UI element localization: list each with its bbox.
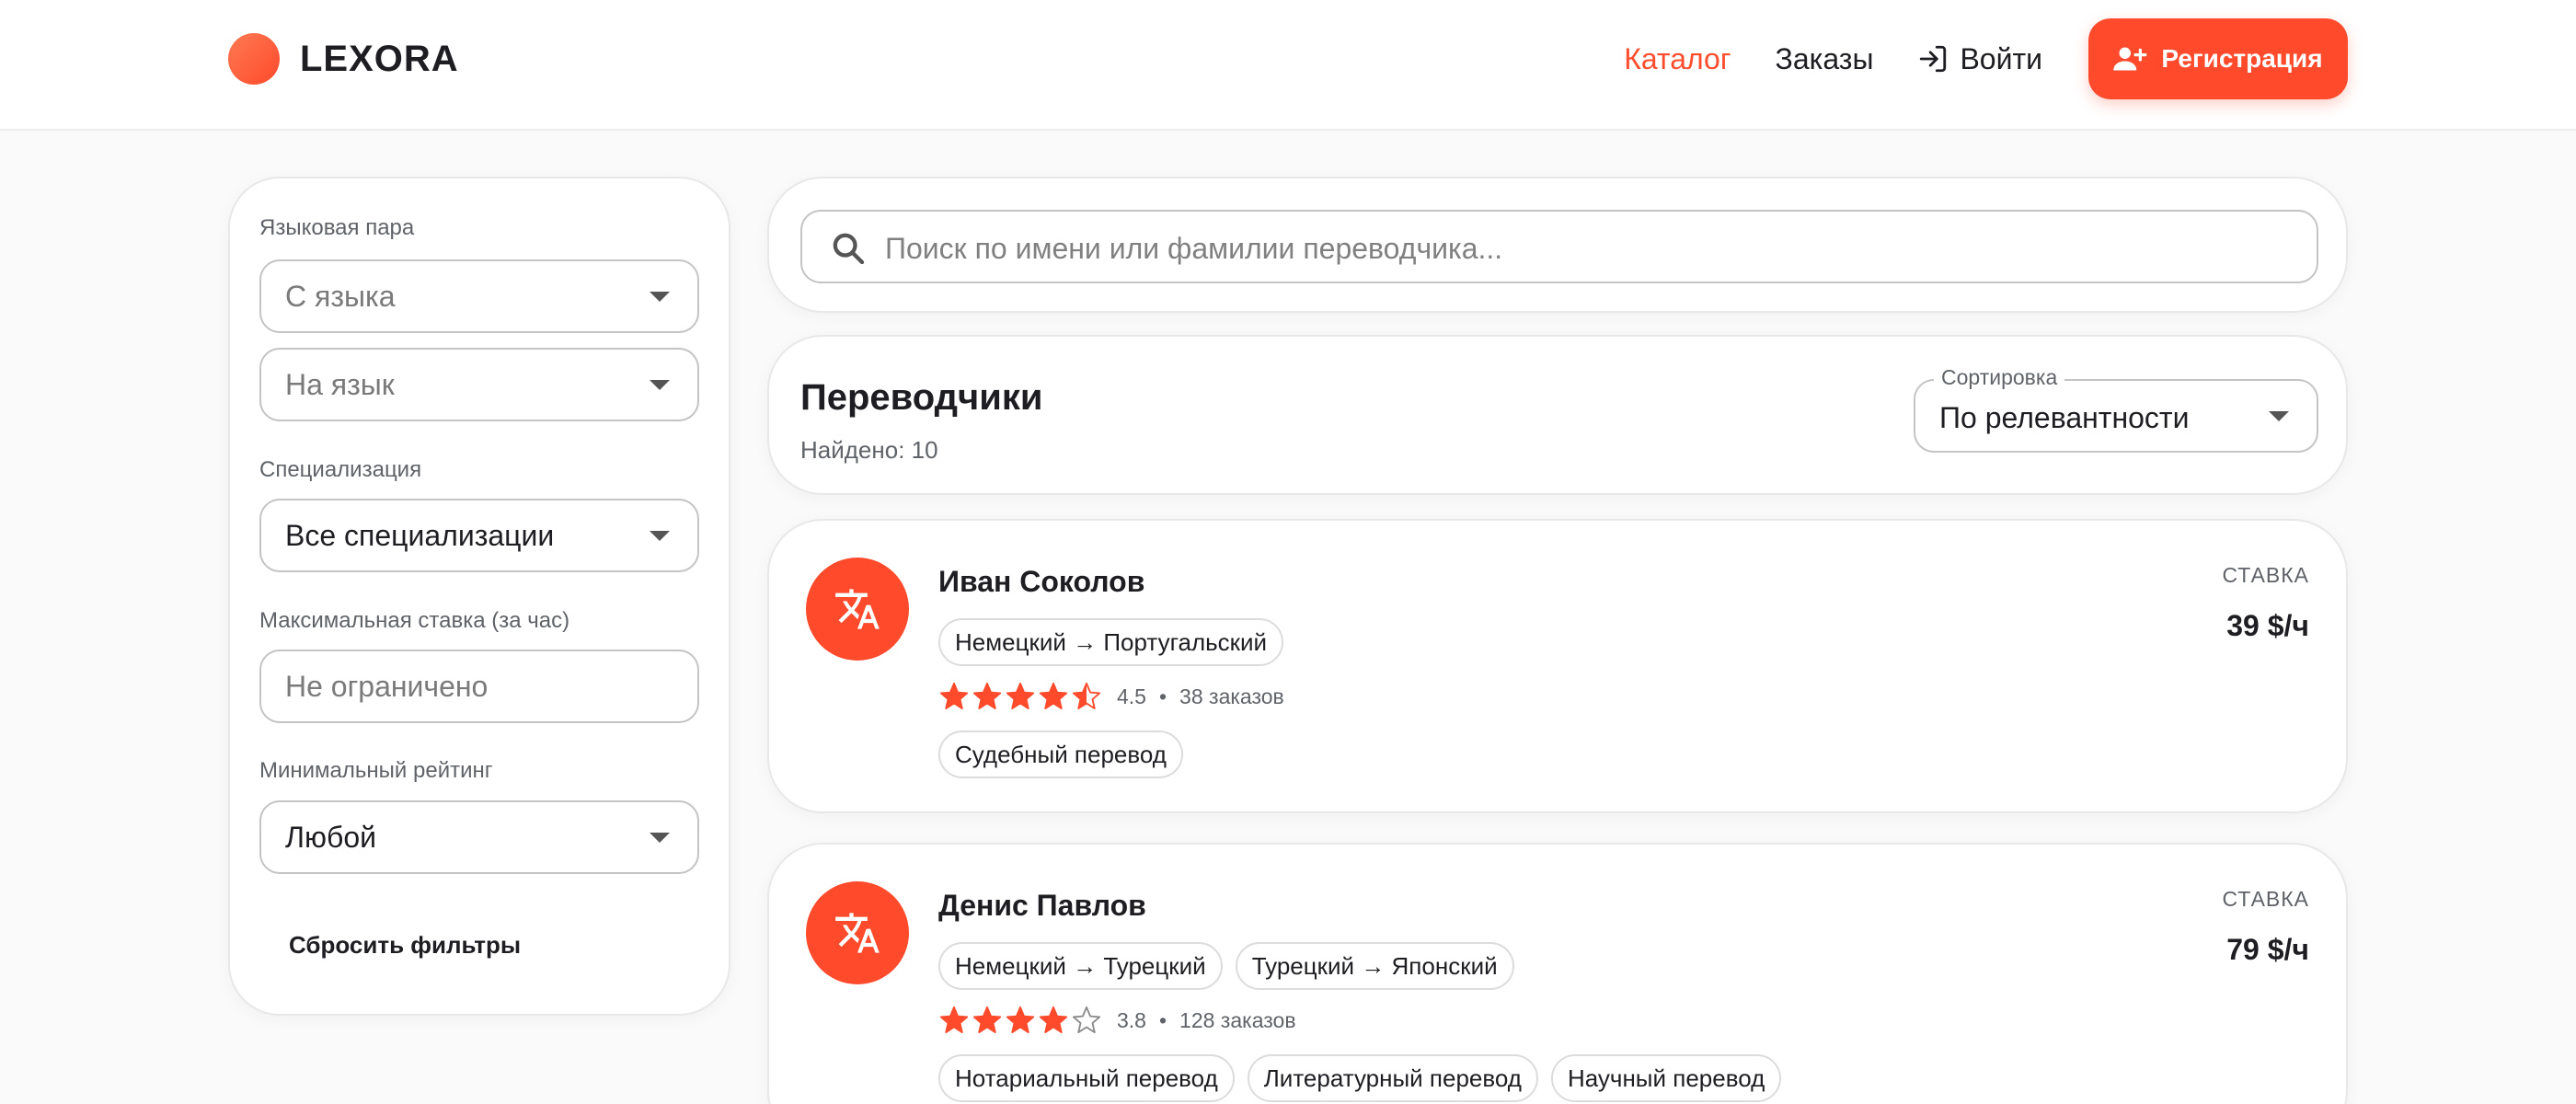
language-pair-chip: Немецкий → Португальский xyxy=(938,618,1284,666)
results-header: Переводчики Найдено: 10 Сортировка По ре… xyxy=(767,335,2348,495)
max-rate-input[interactable]: Не ограничено xyxy=(259,650,699,723)
translator-name: Денис Павлов xyxy=(938,889,1146,922)
login-arrow-icon xyxy=(1920,45,1947,73)
chevron-down-icon xyxy=(2269,411,2289,421)
rating-row: 3.8 • 128 заказов xyxy=(938,1005,1296,1036)
translate-icon xyxy=(835,913,880,953)
rating-row: 4.5 • 38 заказов xyxy=(938,681,1284,712)
language-pair-chip: Немецкий → Турецкий xyxy=(938,942,1223,990)
rating-value: 3.8 xyxy=(1117,1007,1146,1032)
min-rating-value: Любой xyxy=(285,820,376,854)
results-title: Переводчики xyxy=(800,377,1043,418)
specialization-chip: Нотариальный перевод xyxy=(938,1054,1235,1102)
translate-icon xyxy=(835,589,880,629)
chevron-down-icon xyxy=(650,531,670,541)
language-pair-chip: Турецкий → Японский xyxy=(1235,942,1514,990)
sort-select[interactable]: Сортировка По релевантности xyxy=(1914,365,2318,453)
star-icon xyxy=(972,1006,1002,1033)
separator-dot: • xyxy=(1158,1007,1167,1032)
max-rate-placeholder: Не ограничено xyxy=(285,669,489,703)
max-rate-label: Максимальная ставка (за час) xyxy=(259,608,570,633)
specialization-chip: Судебный перевод xyxy=(938,730,1183,778)
chevron-down-icon xyxy=(650,292,670,302)
star-icon xyxy=(1039,1006,1068,1033)
search-input[interactable]: Поиск по имени или фамилии переводчика..… xyxy=(800,210,2318,283)
translator-avatar xyxy=(806,881,909,984)
register-label: Регистрация xyxy=(2161,44,2323,73)
star-icon xyxy=(1006,1006,1035,1033)
rating-stars xyxy=(938,681,1104,712)
translator-avatar xyxy=(806,558,909,661)
star-icon xyxy=(1039,682,1068,709)
person-add-icon xyxy=(2113,47,2147,71)
rate-value: 79 $/ч xyxy=(2226,933,2309,966)
specializations: Нотариальный перевод Литературный перево… xyxy=(938,1054,1794,1102)
register-button[interactable]: Регистрация xyxy=(2088,18,2348,99)
rate-label: СТАВКА xyxy=(2222,887,2309,911)
brand-name: LEXORA xyxy=(300,38,459,79)
reset-filters-button[interactable]: Сбросить фильтры xyxy=(289,931,521,960)
min-rating-select[interactable]: Любой xyxy=(259,800,699,874)
language-pairs: Немецкий → Турецкий Турецкий → Японский xyxy=(938,942,1527,990)
separator-dot: • xyxy=(1158,684,1167,708)
search-placeholder: Поиск по имени или фамилии переводчика..… xyxy=(885,232,1503,265)
translator-card[interactable]: Денис Павлов Немецкий → Турецкий Турецки… xyxy=(767,843,2348,1104)
specialization-label: Специализация xyxy=(259,457,422,482)
logo-circle-icon xyxy=(228,33,280,85)
from-language-value: С языка xyxy=(285,279,396,313)
language-pairs: Немецкий → Португальский xyxy=(938,618,1296,666)
main-nav: Каталог Заказы Войти Регистрация xyxy=(1624,18,2348,99)
translator-name: Иван Соколов xyxy=(938,565,1145,598)
star-icon xyxy=(1006,682,1035,709)
specialization-chip: Научный перевод xyxy=(1550,1054,1782,1102)
orders-count: 38 заказов xyxy=(1179,684,1284,708)
specializations: Судебный перевод xyxy=(938,730,1196,778)
to-language-select[interactable]: На язык xyxy=(259,348,699,421)
from-language-select[interactable]: С языка xyxy=(259,259,699,333)
chevron-down-icon xyxy=(650,833,670,843)
star-icon xyxy=(972,682,1002,709)
star-icon xyxy=(939,682,969,709)
translator-card[interactable]: Иван Соколов Немецкий → Португальский 4.… xyxy=(767,519,2348,813)
star-icon xyxy=(939,1006,969,1033)
specialization-chip: Литературный перевод xyxy=(1247,1054,1538,1102)
orders-count: 128 заказов xyxy=(1179,1007,1296,1032)
specialization-select[interactable]: Все специализации xyxy=(259,499,699,572)
login-label: Войти xyxy=(1960,41,2042,75)
brand-logo[interactable]: LEXORA xyxy=(228,33,459,85)
chevron-down-icon xyxy=(650,380,670,390)
star-icon xyxy=(1072,1006,1101,1033)
results-count: Найдено: 10 xyxy=(800,436,938,464)
star-icon xyxy=(1072,682,1101,709)
rate-label: СТАВКА xyxy=(2222,563,2309,587)
top-navbar: LEXORA Каталог Заказы Войти Регистрация xyxy=(0,0,2576,131)
sort-value: По релевантности xyxy=(1939,401,2190,434)
filters-sidebar: Языковая пара С языка На язык Специализа… xyxy=(228,177,730,1016)
login-link[interactable]: Войти xyxy=(1917,42,2042,76)
language-pair-label: Языковая пара xyxy=(259,215,415,240)
nav-catalog-link[interactable]: Каталог xyxy=(1624,42,1731,76)
rating-stars xyxy=(938,1005,1104,1036)
specialization-value: Все специализации xyxy=(285,518,555,552)
nav-orders-link[interactable]: Заказы xyxy=(1776,42,1874,76)
to-language-value: На язык xyxy=(285,367,395,401)
rating-value: 4.5 xyxy=(1117,684,1146,708)
search-icon xyxy=(833,233,865,265)
rate-value: 39 $/ч xyxy=(2226,609,2309,642)
search-card: Поиск по имени или фамилии переводчика..… xyxy=(767,177,2348,313)
sort-label: Сортировка xyxy=(1934,365,2065,390)
min-rating-label: Минимальный рейтинг xyxy=(259,758,493,783)
